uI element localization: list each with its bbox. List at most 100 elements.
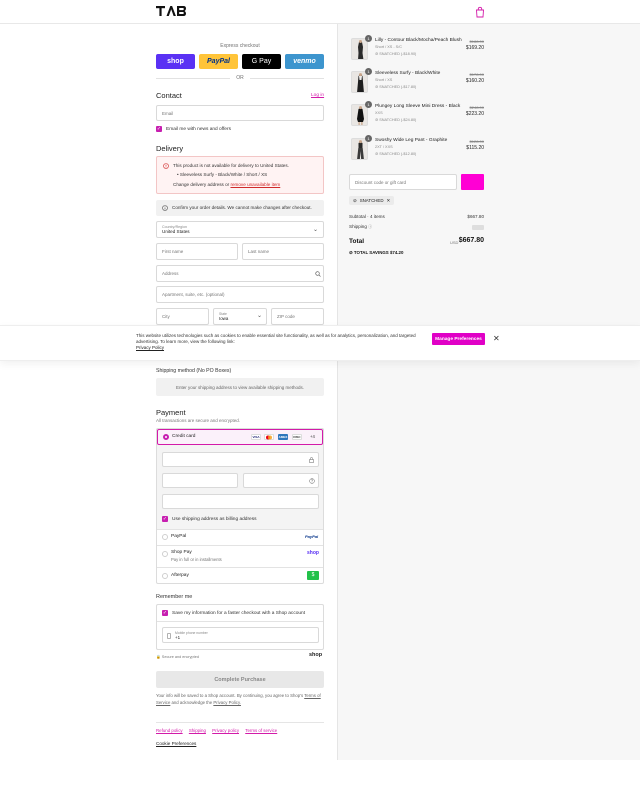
or-label: OR xyxy=(233,75,247,81)
shop-pay-label: shop xyxy=(167,58,184,65)
gpay-label: G Pay xyxy=(251,58,272,65)
tag-icon: ⊘ xyxy=(349,250,353,255)
quantity-badge: 1 xyxy=(365,68,372,75)
error-item-text: Sleeveless Surfy - Black/White / Short /… xyxy=(179,172,268,177)
expiration-date-field[interactable] xyxy=(162,473,238,488)
last-name-field[interactable]: Last name xyxy=(242,243,324,260)
shipping-method-heading: Shipping method (No PO Boxes) xyxy=(156,368,232,374)
shop-privacy-link[interactable]: Privacy Policy. xyxy=(213,700,241,705)
product-variant: Short / XS - S/C xyxy=(375,45,403,49)
venmo-express-button[interactable]: venmo xyxy=(285,54,324,69)
card-number-field[interactable] xyxy=(162,452,319,467)
confirm-order-info: Confirm your order details. We cannot ma… xyxy=(156,200,324,216)
visa-icon: VISA xyxy=(251,434,261,440)
paypal-option[interactable]: PayPal PayPal xyxy=(157,529,323,545)
billing-address-checkbox[interactable]: ✓ xyxy=(162,516,168,522)
billing-address-label: Use shipping address as billing address xyxy=(172,517,257,522)
original-price: $128.00 xyxy=(469,139,484,144)
email-field[interactable]: Email xyxy=(156,105,324,121)
manage-preferences-button[interactable]: Manage Preferences xyxy=(432,333,485,345)
cookie-message: This website utilizes technologies such … xyxy=(136,333,416,344)
product-discount: ⊘ SNATCHED (-$24.80) xyxy=(375,118,417,122)
express-checkout-label: Express checkout xyxy=(220,43,260,49)
shop-logo: shop xyxy=(309,652,323,658)
paypal-radio[interactable] xyxy=(162,534,168,540)
shop-pay-option[interactable]: Shop Pay Pay in full or in installments … xyxy=(157,545,323,567)
complete-purchase-button[interactable]: Complete Purchase xyxy=(156,671,324,688)
shipping-method-message: Enter your shipping address to view avai… xyxy=(156,378,324,396)
log-in-link[interactable]: Log in xyxy=(311,93,324,98)
footer-divider xyxy=(156,722,324,723)
amex-icon: AMEX xyxy=(278,434,288,440)
privacy-policy-link[interactable]: Privacy Policy xyxy=(136,345,164,350)
total-label: Total xyxy=(349,238,365,245)
state-select[interactable]: State Iowa ⌄ xyxy=(213,308,267,325)
secure-encrypted-label: 🔒 Secure and encrypted xyxy=(156,655,199,659)
news-offers-checkbox[interactable]: ✓ xyxy=(156,126,162,132)
apply-discount-button[interactable] xyxy=(461,174,484,190)
original-price: $248.00 xyxy=(469,105,484,110)
shop-pay-subtitle: Pay in full or in installments xyxy=(171,557,222,562)
close-icon[interactable]: ✕ xyxy=(493,334,500,343)
discount-text: SNATCHED (-$18.90) xyxy=(379,52,417,56)
discount-text: SNATCHED (-$17.80) xyxy=(379,85,417,89)
address-field[interactable]: Address xyxy=(156,265,324,282)
shipping-value-placeholder xyxy=(472,225,484,230)
credit-card-radio[interactable] xyxy=(163,434,169,440)
shop-pay-radio[interactable] xyxy=(162,551,168,557)
first-name-placeholder: First name xyxy=(162,249,184,254)
apartment-field[interactable]: Apartment, suite, etc. (optional) xyxy=(156,286,324,303)
help-circle-icon[interactable]: ⓘ xyxy=(368,224,372,229)
refund-policy-link[interactable]: Refund policy xyxy=(156,728,183,733)
security-code-field[interactable] xyxy=(243,473,319,488)
zip-field[interactable]: ZIP code xyxy=(271,308,324,325)
mobile-phone-field[interactable]: Mobile phone number +1 xyxy=(162,627,319,643)
shop-pay-express-button[interactable]: shop xyxy=(156,54,195,69)
phone-icon xyxy=(167,633,171,639)
paypal-label: PayPal xyxy=(207,58,230,65)
news-offers-label: Email me with news and offers xyxy=(166,127,231,132)
terms-text-1: Your info will be saved to a Shop accoun… xyxy=(156,693,304,698)
remove-unavailable-link[interactable]: remove unavailable item xyxy=(230,182,280,187)
terms-of-service-footer-link[interactable]: Terms of service xyxy=(245,728,277,733)
name-on-card-field[interactable] xyxy=(162,494,319,509)
email-placeholder: Email xyxy=(162,110,174,116)
afterpay-option[interactable]: Afterpay $ xyxy=(157,567,323,584)
shipping-policy-link[interactable]: Shipping xyxy=(189,728,206,733)
quantity-badge: 1 xyxy=(365,35,372,42)
footer-links: Refund policy Shipping Privacy policy Te… xyxy=(156,728,277,733)
city-field[interactable]: City xyxy=(156,308,209,325)
mastercard-icon xyxy=(264,434,274,440)
delivery-error-banner: This product is not available for delive… xyxy=(156,156,324,194)
first-name-field[interactable]: First name xyxy=(156,243,238,260)
country-select[interactable]: Country/Region United States ⌄ xyxy=(156,221,324,238)
brand-logo[interactable] xyxy=(156,6,186,16)
total-value: $667.80 xyxy=(458,237,484,244)
applied-code-text: SNATCHED xyxy=(359,198,384,203)
save-info-label: Save my information for a faster checkou… xyxy=(172,611,306,616)
save-info-checkbox[interactable]: ✓ xyxy=(162,610,168,616)
paypal-express-button[interactable]: PayPal xyxy=(199,54,238,69)
remove-discount-icon[interactable]: ✕ xyxy=(387,198,391,204)
credit-card-option[interactable]: Credit card VISA AMEX DISC +4 xyxy=(157,429,323,445)
privacy-policy-footer-link[interactable]: Privacy policy xyxy=(212,728,239,733)
afterpay-radio[interactable] xyxy=(162,573,168,579)
shopping-bag-icon[interactable] xyxy=(474,6,486,18)
country-value: United States xyxy=(162,229,190,234)
product-name: Sleeveless Surfy - Black/White xyxy=(375,71,441,76)
cookie-preferences-link[interactable]: Cookie Preferences xyxy=(156,741,196,746)
payment-subtitle: All transactions are secure and encrypte… xyxy=(156,418,241,423)
original-price: $178.00 xyxy=(469,72,484,77)
discover-icon: DISC xyxy=(292,434,302,440)
google-pay-express-button[interactable]: G Pay xyxy=(242,54,281,69)
credit-card-label: Credit card xyxy=(172,434,196,439)
help-circle-icon[interactable] xyxy=(309,478,315,484)
venmo-label: venmo xyxy=(293,58,316,65)
item-price: $223.20 xyxy=(465,111,484,117)
applied-discount-tag: ⊘ SNATCHED ✕ xyxy=(349,196,395,205)
shop-terms: Your info will be saved to a Shop accoun… xyxy=(156,693,324,706)
card-fields: ✓ Use shipping address as billing addres… xyxy=(157,445,323,529)
chevron-down-icon: ⌄ xyxy=(256,313,262,319)
discount-code-field[interactable]: Discount code or gift card xyxy=(349,174,457,190)
apartment-placeholder: Apartment, suite, etc. (optional) xyxy=(162,292,225,297)
